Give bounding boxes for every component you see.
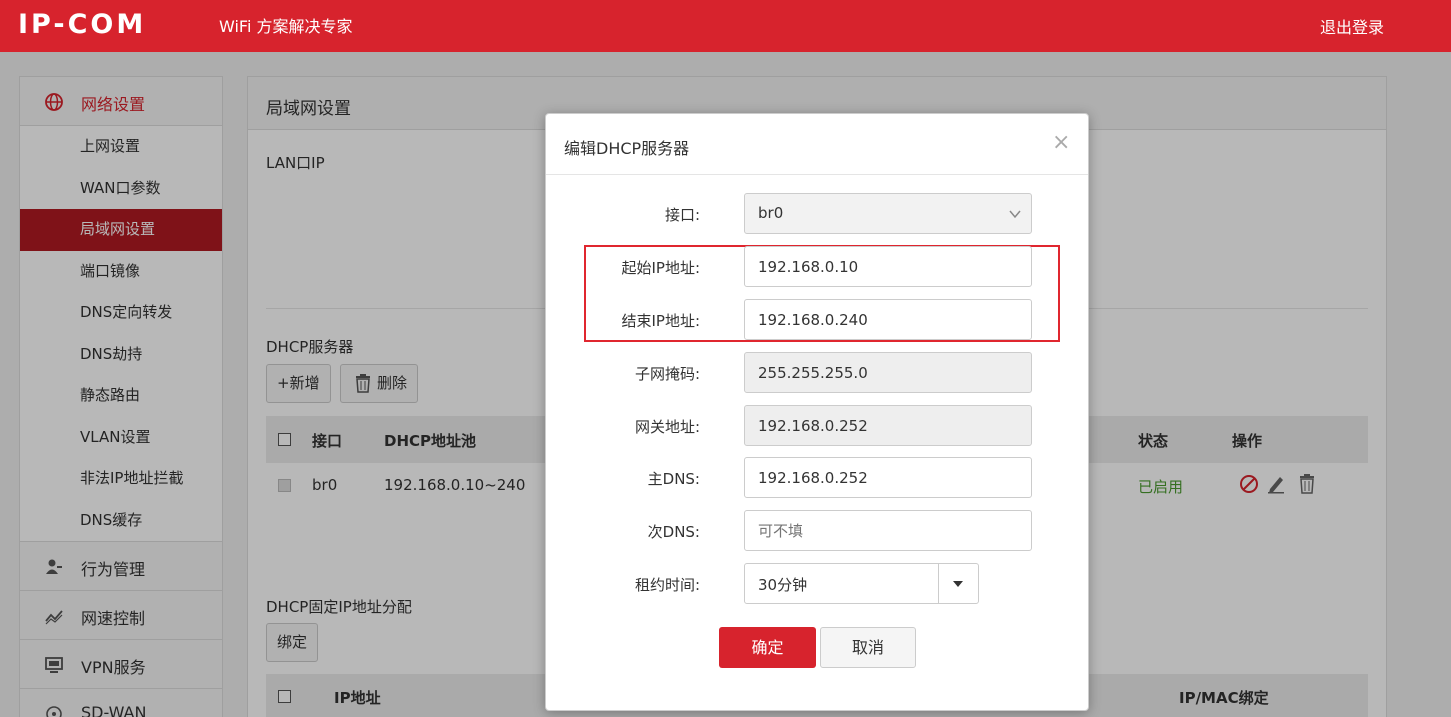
brand-logo: IP-COM — [18, 9, 147, 40]
confirm-button[interactable]: 确定 — [719, 627, 816, 668]
subnet-mask-label: 子网掩码: — [634, 365, 700, 383]
lease-time-select[interactable]: 30分钟 — [744, 563, 979, 604]
dialog-divider — [546, 174, 1088, 175]
gateway-input — [744, 405, 1032, 446]
logout-link[interactable]: 退出登录 — [1320, 14, 1384, 38]
gateway-label: 网关地址: — [634, 418, 700, 436]
start-ip-input[interactable] — [744, 246, 1032, 287]
end-ip-label: 结束IP地址: — [621, 312, 700, 330]
dialog-title: 编辑DHCP服务器 — [564, 139, 690, 158]
select-divider — [938, 564, 939, 603]
start-ip-label: 起始IP地址: — [621, 259, 700, 277]
cancel-button[interactable]: 取消 — [820, 627, 916, 668]
lease-time-value: 30分钟 — [758, 576, 808, 594]
primary-dns-label: 主DNS: — [647, 470, 700, 488]
close-icon[interactable]: × — [1052, 130, 1070, 155]
secondary-dns-input[interactable] — [744, 510, 1032, 551]
top-header: IP-COM WiFi 方案解决专家 退出登录 — [0, 0, 1451, 52]
secondary-dns-label: 次DNS: — [647, 523, 700, 541]
iface-value: br0 — [758, 204, 784, 222]
primary-dns-input[interactable] — [744, 457, 1032, 498]
subnet-mask-input — [744, 352, 1032, 393]
edit-dhcp-dialog: 编辑DHCP服务器 × 接口: br0 起始IP地址: 结束IP地址: 子网掩码… — [545, 113, 1089, 711]
caret-down-icon[interactable] — [953, 581, 963, 587]
iface-label: 接口: — [664, 206, 700, 224]
lease-time-label: 租约时间: — [634, 576, 700, 594]
brand-slogan: WiFi 方案解决专家 — [219, 17, 353, 36]
end-ip-input[interactable] — [744, 299, 1032, 340]
chevron-down-icon — [1009, 210, 1021, 219]
iface-select[interactable]: br0 — [744, 193, 1032, 234]
